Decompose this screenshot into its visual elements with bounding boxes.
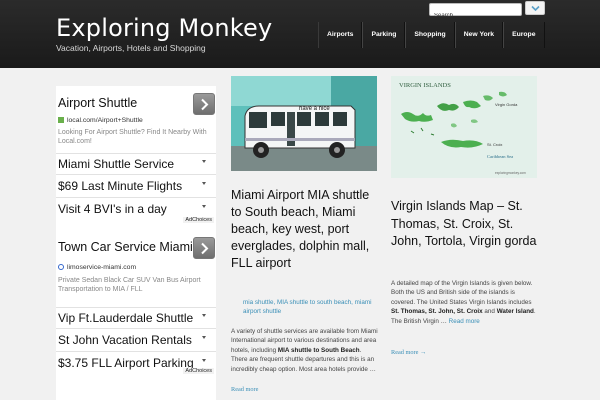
ad-link[interactable]: Vip Ft.Lauderdale Shuttle [56, 307, 216, 329]
nav-item-airports[interactable]: Airports [318, 22, 363, 48]
favicon-icon [58, 117, 64, 124]
inline-read-more-link[interactable]: Read more [449, 318, 480, 325]
shuttle-bus-illustration: have a nice [231, 76, 377, 171]
excerpt-bold: St. Thomas, St. John, St. Croix [391, 308, 483, 316]
site-tagline: Vacation, Airports, Hotels and Shopping [56, 43, 206, 53]
nav-item-europe[interactable]: Europe [503, 22, 545, 48]
map-credit: exploringmonkey.com [495, 171, 526, 175]
ad-headline[interactable]: Airport Shuttle [58, 96, 196, 110]
caret-down-icon [202, 182, 206, 185]
excerpt-bold: MIA shuttle to South Beach [277, 346, 360, 354]
read-more-link[interactable]: Read more → [391, 349, 426, 356]
ad-link[interactable]: St John Vacation Rentals [56, 330, 216, 352]
excerpt-bold: Water Island [496, 308, 534, 316]
ad-description: Looking For Airport Shuttle? Find It Nea… [58, 129, 207, 146]
map-illustration: VIRGIN ISLANDS Virgin Gorda St. Croix Ca… [391, 76, 537, 178]
chevron-right-icon [201, 242, 209, 255]
adchoices-badge[interactable]: AdChoices [183, 217, 214, 223]
site-title[interactable]: Exploring Monkey [56, 14, 272, 42]
post-excerpt: A variety of shuttle services are availa… [231, 328, 378, 373]
main-nav: Airports Parking Shopping New York Europ… [318, 22, 545, 48]
ad-url[interactable]: local.com/Airport+Shuttle [58, 117, 143, 124]
caret-down-icon [202, 205, 206, 208]
chevron-right-icon [201, 98, 209, 111]
caret-down-icon [202, 359, 206, 362]
read-more-link[interactable]: Read more [231, 386, 258, 393]
tag-link[interactable]: mia shuttle [243, 299, 273, 306]
ads-column: Airport Shuttle local.com/Airport+Shuttl… [56, 86, 216, 400]
map-sea-label: Caribbean Sea [487, 154, 513, 159]
ad-go-button[interactable] [193, 93, 215, 115]
post-tags: mia shuttle, MIA shuttle to south beach,… [243, 299, 372, 316]
map-label: St. Croix [487, 142, 502, 147]
nav-item-shopping[interactable]: Shopping [405, 22, 455, 48]
search-box[interactable] [429, 3, 522, 22]
search-toggle-button[interactable] [525, 1, 545, 15]
caret-down-icon [202, 160, 206, 163]
tag-link[interactable]: MIA shuttle to south beach [277, 299, 351, 306]
adchoices-badge[interactable]: AdChoices [183, 368, 214, 374]
ad-description: Private Sedan Black Car SUV Van Bus Airp… [58, 277, 201, 294]
nav-item-parking[interactable]: Parking [362, 22, 406, 48]
post-title[interactable]: Virgin Islands Map – St. Thomas, St. Cro… [391, 198, 541, 251]
search-input[interactable] [430, 10, 521, 22]
ad-link[interactable]: $69 Last Minute Flights [56, 176, 216, 198]
caret-down-icon [202, 336, 206, 339]
nav-item-new-york[interactable]: New York [454, 22, 504, 48]
shuttle-bus-image[interactable]: have a nice [231, 76, 377, 171]
map-label: Virgin Gorda [495, 102, 518, 107]
ad-url-text: limoservice-miami.com [67, 264, 137, 271]
post-excerpt: A detailed map of the Virgin Islands is … [391, 280, 536, 325]
ad-headline[interactable]: Town Car Service Miami FL [58, 240, 198, 254]
ad-url-text: local.com/Airport+Shuttle [67, 117, 143, 124]
info-icon [58, 264, 64, 271]
post-title[interactable]: Miami Airport MIA shuttle to South beach… [231, 187, 379, 271]
virgin-islands-map-image[interactable]: VIRGIN ISLANDS Virgin Gorda St. Croix Ca… [391, 76, 537, 178]
ad-link[interactable]: Miami Shuttle Service [56, 153, 216, 175]
ad-go-button[interactable] [193, 237, 215, 259]
bus-sign-text: have a nice [299, 106, 330, 112]
ad-url[interactable]: limoservice-miami.com [58, 264, 136, 271]
caret-down-icon [202, 314, 206, 317]
site-header: Exploring Monkey Vacation, Airports, Hot… [0, 0, 600, 68]
chevron-down-icon [531, 5, 540, 12]
map-title: VIRGIN ISLANDS [399, 82, 451, 89]
